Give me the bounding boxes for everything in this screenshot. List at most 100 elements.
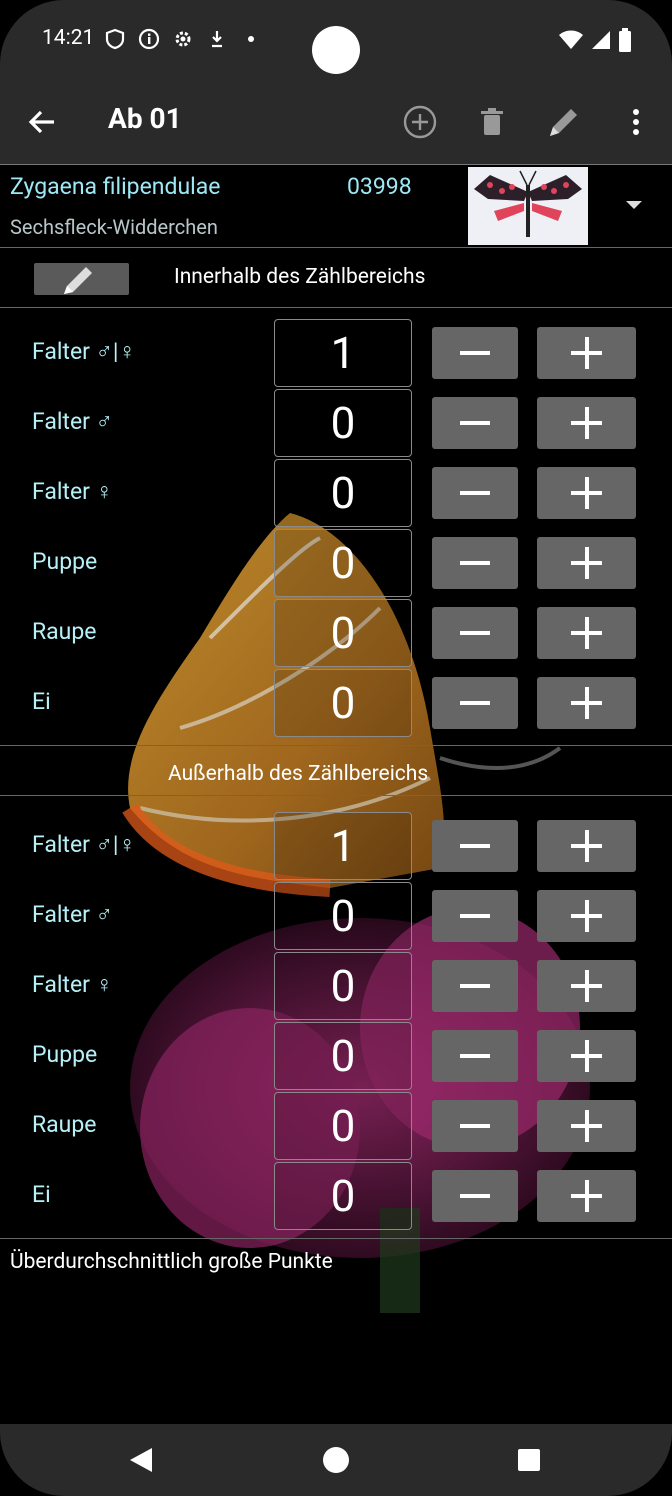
camera-cutout [312, 26, 360, 74]
nav-back-icon[interactable] [130, 1448, 152, 1472]
counter-label: Falter ♀ [32, 478, 113, 505]
counter-value-field[interactable]: 0 [274, 599, 412, 667]
decrement-button[interactable] [432, 890, 518, 942]
counter-row: Ei 0 [0, 668, 672, 738]
minus-icon [460, 561, 490, 565]
decrement-button[interactable] [432, 1100, 518, 1152]
species-scientific-name: Zygaena filipendulae [10, 173, 221, 200]
increment-button[interactable] [537, 607, 636, 659]
wifi-icon [559, 30, 583, 49]
increment-button[interactable] [537, 890, 636, 942]
status-bar: 14:21 [0, 0, 672, 80]
counter-label: Ei [32, 1181, 51, 1208]
counter-value-field[interactable]: 0 [274, 1022, 412, 1090]
nav-recents-icon[interactable] [518, 1449, 540, 1471]
shield-icon [105, 28, 125, 50]
counter-label: Falter ♂|♀ [32, 831, 136, 858]
inside-section-title: Innerhalb des Zählbereichs [174, 265, 426, 289]
battery-icon [619, 28, 631, 52]
decrement-button[interactable] [432, 607, 518, 659]
add-circle-icon[interactable] [400, 102, 440, 142]
increment-button[interactable] [537, 1170, 636, 1222]
decrement-button[interactable] [432, 1170, 518, 1222]
settings-gear-icon [175, 31, 191, 47]
back-arrow-icon[interactable] [26, 106, 58, 138]
outside-section-title: Außerhalb des Zählbereichs [168, 762, 429, 786]
counter-row: Falter ♂ 0 [0, 388, 672, 458]
increment-button[interactable] [537, 327, 636, 379]
increment-button[interactable] [537, 1100, 636, 1152]
minus-icon [460, 1124, 490, 1128]
species-code: 03998 [347, 173, 412, 200]
counter-value-field[interactable]: 0 [274, 1092, 412, 1160]
status-time: 14:21 [42, 26, 95, 50]
pencil-icon [64, 267, 92, 294]
counter-value-field[interactable]: 0 [274, 389, 412, 457]
minus-icon [460, 984, 490, 988]
decrement-button[interactable] [432, 537, 518, 589]
decrement-button[interactable] [432, 1030, 518, 1082]
minus-icon [460, 914, 490, 918]
increment-button[interactable] [537, 1030, 636, 1082]
status-icons [104, 28, 262, 50]
counter-row: Raupe 0 [0, 1091, 672, 1161]
species-common-name: Sechsfleck-Widderchen [10, 215, 218, 239]
counter-value-field[interactable]: 1 [274, 812, 412, 880]
species-selector[interactable]: Zygaena filipendulae 03998 Sechsfleck-Wi… [0, 165, 672, 248]
edit-pencil-icon[interactable] [544, 102, 584, 142]
counter-row: Puppe 0 [0, 1021, 672, 1091]
inside-section-header: Innerhalb des Zählbereichs [0, 249, 672, 308]
increment-button[interactable] [537, 397, 636, 449]
download-icon [212, 31, 222, 48]
counter-row: Falter ♂|♀ 1 [0, 811, 672, 881]
increment-button[interactable] [537, 537, 636, 589]
minus-icon [460, 421, 490, 425]
species-thumbnail-image [468, 167, 588, 245]
notification-dot-icon [248, 36, 254, 42]
page-title: Ab 01 [108, 102, 182, 135]
phone-screen: 14:21 Ab 01 Zygaena filipendulae 03998 S… [0, 0, 672, 1496]
increment-button[interactable] [537, 677, 636, 729]
counter-row: Falter ♂|♀ 1 [0, 318, 672, 388]
decrement-button[interactable] [432, 820, 518, 872]
counter-row: Ei 0 [0, 1161, 672, 1231]
counter-value-field[interactable]: 1 [274, 319, 412, 387]
decrement-button[interactable] [432, 467, 518, 519]
increment-button[interactable] [537, 820, 636, 872]
minus-icon [460, 631, 490, 635]
decrement-button[interactable] [432, 677, 518, 729]
minus-icon [460, 1054, 490, 1058]
counter-row: Falter ♂ 0 [0, 881, 672, 951]
counter-value-field[interactable]: 0 [274, 882, 412, 950]
counter-label: Raupe [32, 1111, 97, 1138]
increment-button[interactable] [537, 960, 636, 1012]
counter-label: Falter ♂ [32, 408, 113, 435]
minus-icon [460, 351, 490, 355]
counter-row: Falter ♀ 0 [0, 458, 672, 528]
edit-section-button[interactable] [34, 263, 129, 295]
increment-button[interactable] [537, 467, 636, 519]
status-right-icons [558, 28, 632, 52]
dropdown-arrow-icon[interactable] [626, 201, 642, 209]
counter-value-field[interactable]: 0 [274, 1162, 412, 1230]
counter-value-field[interactable]: 0 [274, 459, 412, 527]
counter-value-field[interactable]: 0 [274, 952, 412, 1020]
counter-label: Puppe [32, 548, 98, 575]
counter-label: Falter ♂|♀ [32, 338, 136, 365]
species-note: Überdurchschnittlich große Punkte [10, 1250, 333, 1274]
counter-value-field[interactable]: 0 [274, 529, 412, 597]
minus-icon [460, 491, 490, 495]
counter-value-field[interactable]: 0 [274, 669, 412, 737]
counter-row: Puppe 0 [0, 528, 672, 598]
delete-icon[interactable] [472, 102, 512, 142]
overflow-menu-icon[interactable] [616, 102, 656, 142]
counter-label: Puppe [32, 1041, 98, 1068]
decrement-button[interactable] [432, 397, 518, 449]
nav-home-icon[interactable] [323, 1447, 349, 1473]
decrement-button[interactable] [432, 327, 518, 379]
counter-label: Raupe [32, 618, 97, 645]
decrement-button[interactable] [432, 960, 518, 1012]
signal-icon [592, 31, 610, 49]
outside-section-header: Außerhalb des Zählbereichs [0, 746, 672, 796]
system-nav-bar [0, 1424, 672, 1496]
